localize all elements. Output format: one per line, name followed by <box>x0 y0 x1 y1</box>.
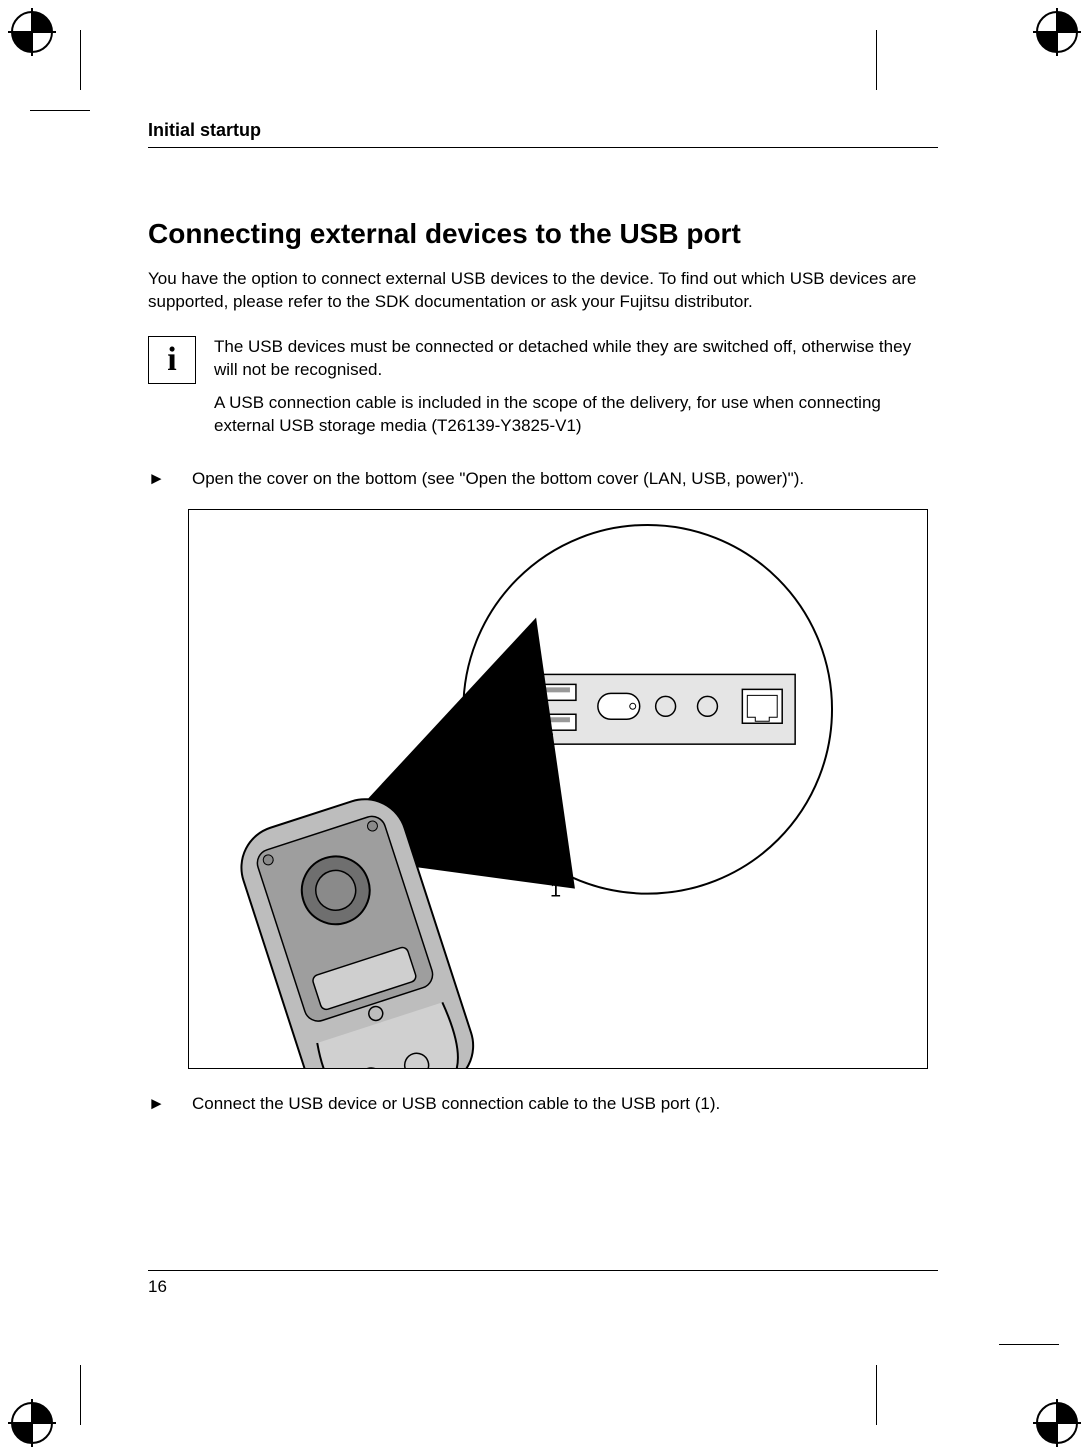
info-text: The USB devices must be connected or det… <box>214 336 938 448</box>
instruction-step: ► Open the cover on the bottom (see "Ope… <box>148 468 938 491</box>
info-note: i The USB devices must be connected or d… <box>148 336 938 448</box>
print-registration-mark-icon <box>1033 8 1081 56</box>
step-text: Connect the USB device or USB connection… <box>192 1093 720 1116</box>
intro-paragraph: You have the option to connect external … <box>148 268 938 314</box>
instruction-step: ► Connect the USB device or USB connecti… <box>148 1093 938 1116</box>
section-heading: Connecting external devices to the USB p… <box>148 218 938 250</box>
step-text: Open the cover on the bottom (see "Open … <box>192 468 804 491</box>
running-head: Initial startup <box>148 120 938 148</box>
crop-mark <box>80 30 81 90</box>
info-paragraph: The USB devices must be connected or det… <box>214 336 938 382</box>
figure-usb-port-diagram: 1 <box>188 509 928 1069</box>
crop-mark <box>30 110 90 111</box>
crop-mark <box>999 1344 1059 1345</box>
print-registration-mark-icon <box>8 1399 56 1447</box>
print-registration-mark-icon <box>1033 1399 1081 1447</box>
step-bullet-icon: ► <box>148 468 168 491</box>
page-footer: 16 <box>148 1270 938 1297</box>
crop-mark <box>876 30 877 90</box>
info-paragraph: A USB connection cable is included in th… <box>214 392 938 438</box>
print-registration-mark-icon <box>8 8 56 56</box>
info-icon: i <box>148 336 196 384</box>
page-number: 16 <box>148 1277 167 1296</box>
crop-mark <box>80 1365 81 1425</box>
crop-mark <box>876 1365 877 1425</box>
step-bullet-icon: ► <box>148 1093 168 1116</box>
